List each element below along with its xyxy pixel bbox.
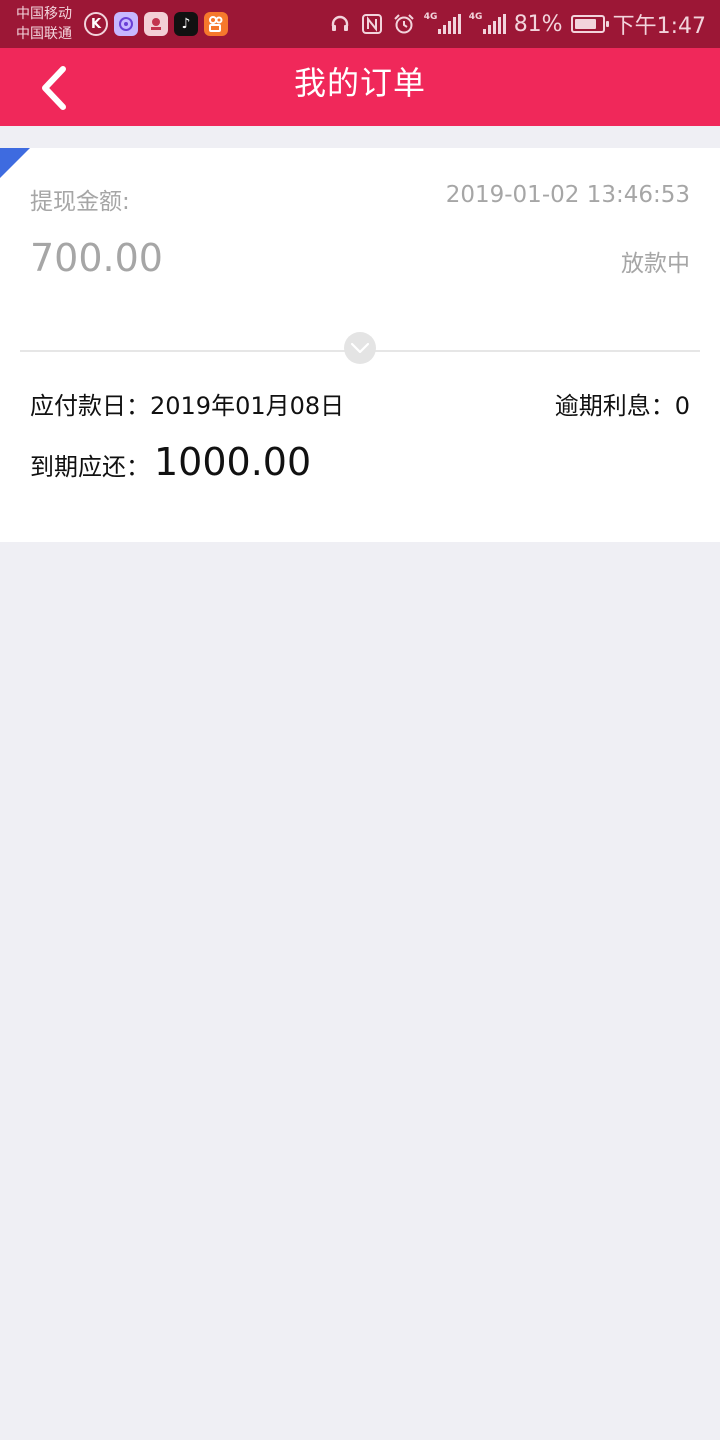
alarm-icon bbox=[392, 12, 416, 36]
overdue-interest-value: 0 bbox=[674, 392, 690, 420]
title-bar: 我的订单 bbox=[0, 48, 720, 126]
photo-app-icon bbox=[144, 12, 168, 36]
kuaishou-icon bbox=[204, 12, 228, 36]
expand-button[interactable] bbox=[344, 332, 376, 364]
carrier-1: 中国移动 bbox=[16, 6, 72, 22]
k-app-icon: K bbox=[84, 12, 108, 36]
headset-icon bbox=[328, 12, 352, 36]
repay-row: 到期应还： 1000.00 bbox=[30, 440, 311, 484]
corner-marker bbox=[0, 148, 30, 178]
withdraw-amount: 700.00 bbox=[30, 236, 163, 280]
amount-label: 提现金额: bbox=[30, 189, 130, 215]
battery-icon bbox=[570, 15, 609, 33]
page-title: 我的订单 bbox=[293, 64, 426, 102]
repay-label: 到期应还： bbox=[30, 453, 150, 481]
order-card[interactable]: 提现金额: 2019-01-02 13:46:53 700.00 放款中 应付款… bbox=[0, 148, 720, 542]
tiktok-icon: ♪ bbox=[174, 12, 198, 36]
carrier-2: 中国联通 bbox=[16, 26, 72, 42]
clock: 下午1:47 bbox=[612, 14, 706, 39]
overdue-interest-row: 逾期利息：0 bbox=[555, 386, 690, 421]
battery-percent: 81% bbox=[513, 11, 563, 37]
due-date-value: 2019年01月08日 bbox=[150, 392, 345, 420]
due-date-row: 应付款日：2019年01月08日 bbox=[30, 386, 344, 421]
overdue-interest-label: 逾期利息： bbox=[554, 392, 675, 420]
chat-app-icon bbox=[114, 12, 138, 36]
due-date-label: 应付款日： bbox=[30, 392, 150, 420]
carrier-info: 中国移动 中国联通 bbox=[16, 4, 72, 44]
status-bar: 中国移动 中国联通 K ♪ 4G 4G 81% 下午1:47 bbox=[0, 0, 720, 48]
order-status: 放款中 bbox=[621, 251, 690, 277]
chevron-down-icon bbox=[350, 342, 370, 354]
nfc-icon bbox=[360, 12, 384, 36]
status-indicators: 4G 4G 81% 下午1:47 bbox=[328, 8, 706, 40]
repay-amount: 1000.00 bbox=[154, 440, 312, 484]
order-datetime: 2019-01-02 13:46:53 bbox=[445, 182, 690, 208]
signal-icon-2: 4G bbox=[469, 12, 506, 34]
signal-icon: 4G bbox=[424, 12, 461, 34]
notification-icons: K ♪ bbox=[84, 12, 228, 38]
